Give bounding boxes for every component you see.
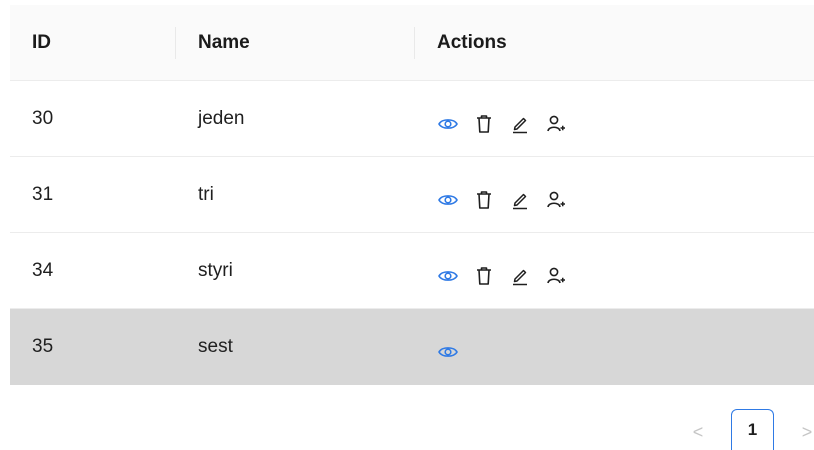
row-id-cell: 34 xyxy=(32,259,54,281)
row-name-cell: styri xyxy=(198,259,233,281)
edit-icon[interactable] xyxy=(509,189,531,211)
pagination-next-button[interactable]: > xyxy=(797,422,814,443)
column-header-name[interactable]: Name xyxy=(198,5,250,80)
row-actions-cell xyxy=(437,314,459,390)
row-name-cell: sest xyxy=(198,336,233,357)
user-add-icon[interactable] xyxy=(545,189,567,211)
edit-icon[interactable] xyxy=(509,265,531,287)
table-row[interactable]: 34 styri xyxy=(10,233,814,309)
row-actions-cell xyxy=(437,86,567,161)
eye-icon[interactable] xyxy=(437,189,459,211)
row-id-cell: 35 xyxy=(32,336,54,357)
user-add-icon[interactable] xyxy=(545,265,567,287)
row-id-cell: 30 xyxy=(32,107,54,129)
table-row[interactable]: 30 jeden xyxy=(10,81,814,157)
pagination-page-1[interactable]: 1 xyxy=(731,409,774,450)
column-divider xyxy=(414,27,415,59)
data-table: ID Name Actions 30 jeden 31 tri 34 styri… xyxy=(10,5,814,385)
pagination-prev-button[interactable]: < xyxy=(688,422,708,443)
user-add-icon[interactable] xyxy=(545,113,567,135)
column-divider xyxy=(175,27,176,59)
trash-icon[interactable] xyxy=(473,189,495,211)
column-header-id[interactable]: ID xyxy=(32,5,51,80)
table-header: ID Name Actions xyxy=(10,5,814,81)
eye-icon[interactable] xyxy=(437,265,459,287)
table-row[interactable]: 31 tri xyxy=(10,157,814,233)
edit-icon[interactable] xyxy=(509,113,531,135)
row-name-cell: tri xyxy=(198,183,214,205)
trash-icon[interactable] xyxy=(473,265,495,287)
table-row-selected[interactable]: 35 sest xyxy=(10,309,814,385)
trash-icon[interactable] xyxy=(473,113,495,135)
pagination: < 1 > xyxy=(682,409,814,450)
row-actions-cell xyxy=(437,238,567,313)
eye-icon[interactable] xyxy=(437,113,459,135)
row-id-cell: 31 xyxy=(32,183,54,205)
row-actions-cell xyxy=(437,162,567,237)
column-header-actions: Actions xyxy=(437,31,507,53)
eye-icon[interactable] xyxy=(437,341,459,363)
row-name-cell: jeden xyxy=(198,107,245,129)
